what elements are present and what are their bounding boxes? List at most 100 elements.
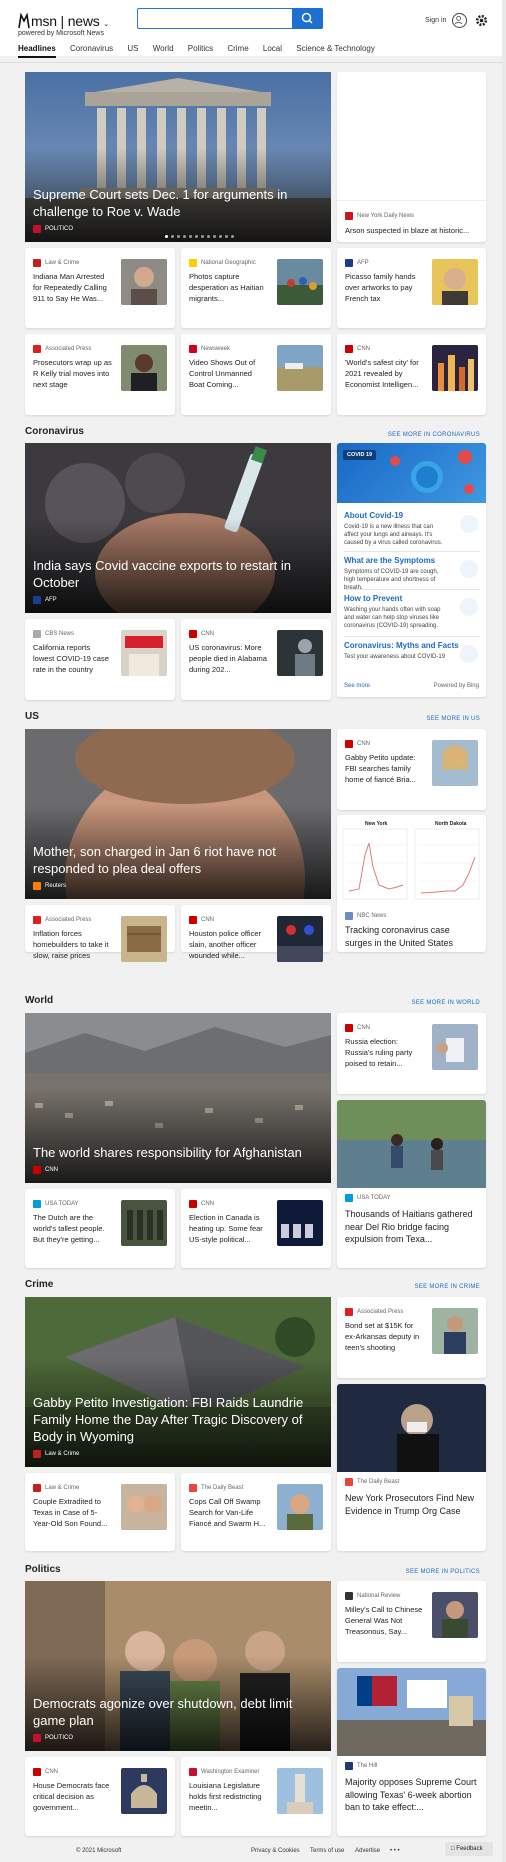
- card-title[interactable]: Video Shows Out of Control Unmanned Boat…: [189, 357, 269, 390]
- news-card[interactable]: Newsweek Video Shows Out of Control Unma…: [181, 334, 331, 415]
- gear-icon[interactable]: [475, 14, 488, 27]
- hero-title[interactable]: Democrats agonize over shutdown, debt li…: [33, 1695, 317, 1729]
- news-card[interactable]: CNN 'World's safest city' for 2021 revea…: [337, 334, 486, 415]
- card-title[interactable]: Arson suspected in blaze at historic...: [345, 225, 480, 236]
- news-card-large[interactable]: USA TODAY Thousands of Haitians gathered…: [337, 1100, 486, 1268]
- headline-side-card[interactable]: New York Daily News Arson suspected in b…: [337, 72, 486, 242]
- nav-science-technology[interactable]: Science & Technology: [296, 44, 375, 53]
- see-more-crime[interactable]: SEE MORE IN CRIME: [415, 1284, 480, 1290]
- news-card[interactable]: National Review Milley's Call to Chinese…: [337, 1581, 486, 1662]
- news-card-large[interactable]: The Hill Majority opposes Supreme Court …: [337, 1668, 486, 1836]
- terms-link[interactable]: Terms of use: [310, 1848, 344, 1854]
- nav-politics[interactable]: Politics: [188, 44, 213, 53]
- covid-item-heading[interactable]: Coronavirus: Myths and Facts: [344, 641, 480, 650]
- news-card[interactable]: Law & Crime Couple Extradited to Texas i…: [25, 1473, 175, 1551]
- section-title-world[interactable]: World: [25, 995, 53, 1006]
- covid-item-about[interactable]: About Covid-19 Covid-19 is a new illness…: [344, 511, 480, 547]
- crime-hero[interactable]: Gabby Petito Investigation: FBI Raids La…: [25, 1297, 331, 1467]
- covid-item-myths[interactable]: Coronavirus: Myths and Facts Test your a…: [344, 641, 480, 663]
- news-card[interactable]: Associated Press Prosecutors wrap up as …: [25, 334, 175, 415]
- covid-chart-card[interactable]: New York North Dakota NBC News Tracking …: [337, 815, 486, 952]
- scrollbar[interactable]: [502, 0, 506, 1862]
- card-title[interactable]: Gabby Petito update: FBI searches family…: [345, 752, 425, 785]
- avatar-icon[interactable]: [452, 13, 467, 28]
- hero-title[interactable]: Supreme Court sets Dec. 1 for arguments …: [33, 186, 317, 220]
- news-card[interactable]: CNN Russia election: Russia's ruling par…: [337, 1013, 486, 1094]
- news-card[interactable]: CNN House Democrats face critical decisi…: [25, 1757, 175, 1836]
- card-title[interactable]: Tracking coronavirus case surges in the …: [345, 924, 465, 949]
- card-title[interactable]: House Democrats face critical decision a…: [33, 1780, 113, 1813]
- card-title[interactable]: The Dutch are the world's tallest people…: [33, 1212, 113, 1245]
- hero-title[interactable]: The world shares responsibility for Afgh…: [33, 1144, 317, 1161]
- see-more-us[interactable]: SEE MORE IN US: [426, 716, 480, 722]
- card-title[interactable]: Louisiana Legislature holds first redist…: [189, 1780, 269, 1813]
- covid-item-heading[interactable]: How to Prevent: [344, 594, 480, 603]
- card-title[interactable]: Picasso family hands over artworks to pa…: [345, 271, 425, 304]
- headline-hero[interactable]: Supreme Court sets Dec. 1 for arguments …: [25, 72, 331, 242]
- card-title[interactable]: New York Prosecutors Find New Evidence i…: [345, 1492, 479, 1517]
- card-title[interactable]: Houston police officer slain, another of…: [189, 928, 269, 961]
- nav-coronavirus[interactable]: Coronavirus: [70, 44, 113, 53]
- card-title[interactable]: Photos capture desperation as Haitian mi…: [189, 271, 269, 304]
- advertise-link[interactable]: Advertise: [355, 1848, 380, 1854]
- search-box[interactable]: [137, 8, 323, 29]
- news-card[interactable]: CBS News California reports lowest COVID…: [25, 619, 175, 700]
- nav-headlines[interactable]: Headlines: [18, 44, 56, 58]
- news-card[interactable]: CNN Gabby Petito update: FBI searches fa…: [337, 729, 486, 810]
- signin-link[interactable]: Sign in: [425, 17, 446, 24]
- card-title[interactable]: Prosecutors wrap up as R Kelly trial mov…: [33, 357, 113, 390]
- nav-crime[interactable]: Crime: [227, 44, 248, 53]
- news-card[interactable]: CNN US coronavirus: More people died in …: [181, 619, 331, 700]
- section-name[interactable]: news: [68, 13, 100, 29]
- card-title[interactable]: Election in Canada is heating up. Some f…: [189, 1212, 269, 1245]
- section-title-crime[interactable]: Crime: [25, 1279, 53, 1290]
- search-input[interactable]: [141, 11, 291, 26]
- feedback-button[interactable]: □ Feedback: [445, 1842, 493, 1856]
- see-more-coronavirus[interactable]: SEE MORE IN CORONAVIRUS: [388, 432, 480, 438]
- news-card[interactable]: CNN Houston police officer slain, anothe…: [181, 905, 331, 962]
- news-card[interactable]: National Geographic Photos capture despe…: [181, 248, 331, 328]
- news-card[interactable]: Associated Press Bond set at $15K for ex…: [337, 1297, 486, 1378]
- politics-hero[interactable]: Democrats agonize over shutdown, debt li…: [25, 1581, 331, 1751]
- covid-see-more[interactable]: See more: [344, 683, 370, 689]
- news-card-large[interactable]: The Daily Beast New York Prosecutors Fin…: [337, 1384, 486, 1551]
- card-title[interactable]: California reports lowest COVID-19 case …: [33, 642, 113, 675]
- hero-title[interactable]: Gabby Petito Investigation: FBI Raids La…: [33, 1394, 317, 1445]
- card-title[interactable]: Russia election: Russia's ruling party p…: [345, 1036, 425, 1069]
- news-card[interactable]: Law & Crime Indiana Man Arrested for Rep…: [25, 248, 175, 328]
- nav-us[interactable]: US: [127, 44, 138, 53]
- card-title[interactable]: Thousands of Haitians gathered near Del …: [345, 1208, 479, 1246]
- coronavirus-hero[interactable]: India says Covid vaccine exports to rest…: [25, 443, 331, 613]
- see-more-politics[interactable]: SEE MORE IN POLITICS: [406, 1569, 480, 1575]
- carousel-dots[interactable]: [165, 235, 245, 239]
- covid-item-symptoms[interactable]: What are the Symptoms Symptoms of COVID-…: [344, 556, 480, 592]
- card-title[interactable]: Cops Call Off Swamp Search for Van-Life …: [189, 1496, 269, 1529]
- covid-item-prevent[interactable]: How to Prevent Washing your hands often …: [344, 594, 480, 630]
- news-card[interactable]: The Daily Beast Cops Call Off Swamp Sear…: [181, 1473, 331, 1551]
- card-title[interactable]: 'World's safest city' for 2021 revealed …: [345, 357, 425, 390]
- card-title[interactable]: Inflation forces homebuilders to take it…: [33, 928, 113, 961]
- card-title[interactable]: US coronavirus: More people died in Alab…: [189, 642, 269, 675]
- search-button[interactable]: [292, 8, 323, 29]
- card-title[interactable]: Milley's Call to Chinese General Was Not…: [345, 1604, 425, 1637]
- world-hero[interactable]: The world shares responsibility for Afgh…: [25, 1013, 331, 1183]
- covid-item-heading[interactable]: What are the Symptoms: [344, 556, 480, 565]
- nav-local[interactable]: Local: [263, 44, 282, 53]
- msn-logo[interactable]: msn | news ⌄ powered by Microsoft News: [18, 12, 138, 40]
- more-options-icon[interactable]: • • •: [390, 1848, 400, 1854]
- card-title[interactable]: Bond set at $15K for ex-Arkansas deputy …: [345, 1320, 425, 1353]
- covid-item-heading[interactable]: About Covid-19: [344, 511, 480, 520]
- news-card[interactable]: Washington Examiner Louisiana Legislatur…: [181, 1757, 331, 1836]
- section-title-us[interactable]: US: [25, 711, 39, 722]
- chevron-down-icon[interactable]: ⌄: [103, 21, 109, 28]
- hero-title[interactable]: India says Covid vaccine exports to rest…: [33, 557, 317, 591]
- privacy-link[interactable]: Privacy & Cookies: [251, 1848, 300, 1854]
- nav-world[interactable]: World: [153, 44, 174, 53]
- news-card[interactable]: AFP Picasso family hands over artworks t…: [337, 248, 486, 328]
- news-card[interactable]: USA TODAY The Dutch are the world's tall…: [25, 1189, 175, 1268]
- news-card[interactable]: CNN Election in Canada is heating up. So…: [181, 1189, 331, 1268]
- card-title[interactable]: Couple Extradited to Texas in Case of 5-…: [33, 1496, 113, 1529]
- hero-title[interactable]: Mother, son charged in Jan 6 riot have n…: [33, 843, 317, 877]
- us-hero[interactable]: Mother, son charged in Jan 6 riot have n…: [25, 729, 331, 899]
- section-title-politics[interactable]: Politics: [25, 1564, 61, 1575]
